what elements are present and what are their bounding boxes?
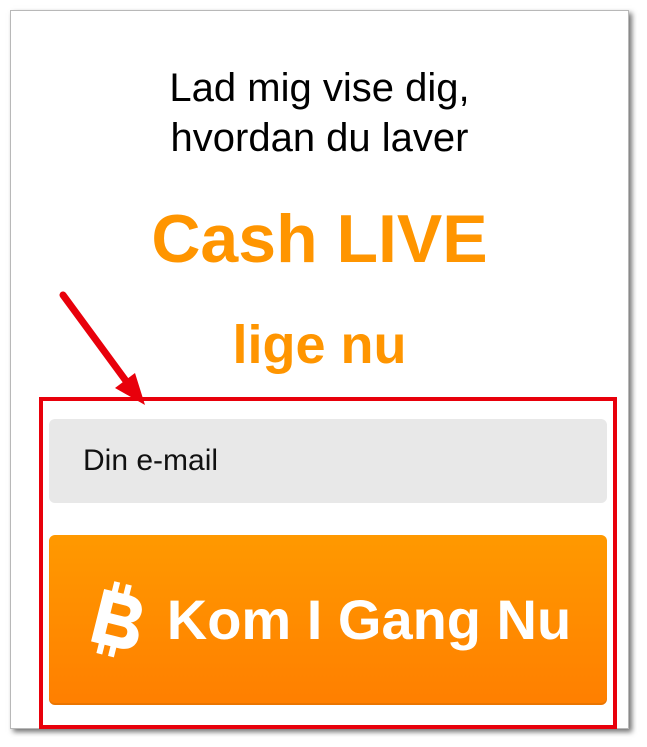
brand-title: Cash LIVE <box>151 201 488 277</box>
get-started-label: Kom I Gang Nu <box>166 588 572 651</box>
headline-line-1: Lad mig vise dig, <box>169 66 470 110</box>
signup-form-highlight: Kom I Gang Nu <box>39 397 617 729</box>
bitcoin-icon <box>90 581 142 658</box>
signup-card: Lad mig vise dig, hvordan du laver Cash … <box>10 10 629 729</box>
email-input[interactable] <box>49 419 607 503</box>
red-arrow-icon <box>59 291 145 405</box>
headline: Lad mig vise dig, hvordan du laver <box>11 63 628 163</box>
headline-line-2: hvordan du laver <box>170 116 469 160</box>
get-started-button[interactable]: Kom I Gang Nu <box>49 535 607 705</box>
